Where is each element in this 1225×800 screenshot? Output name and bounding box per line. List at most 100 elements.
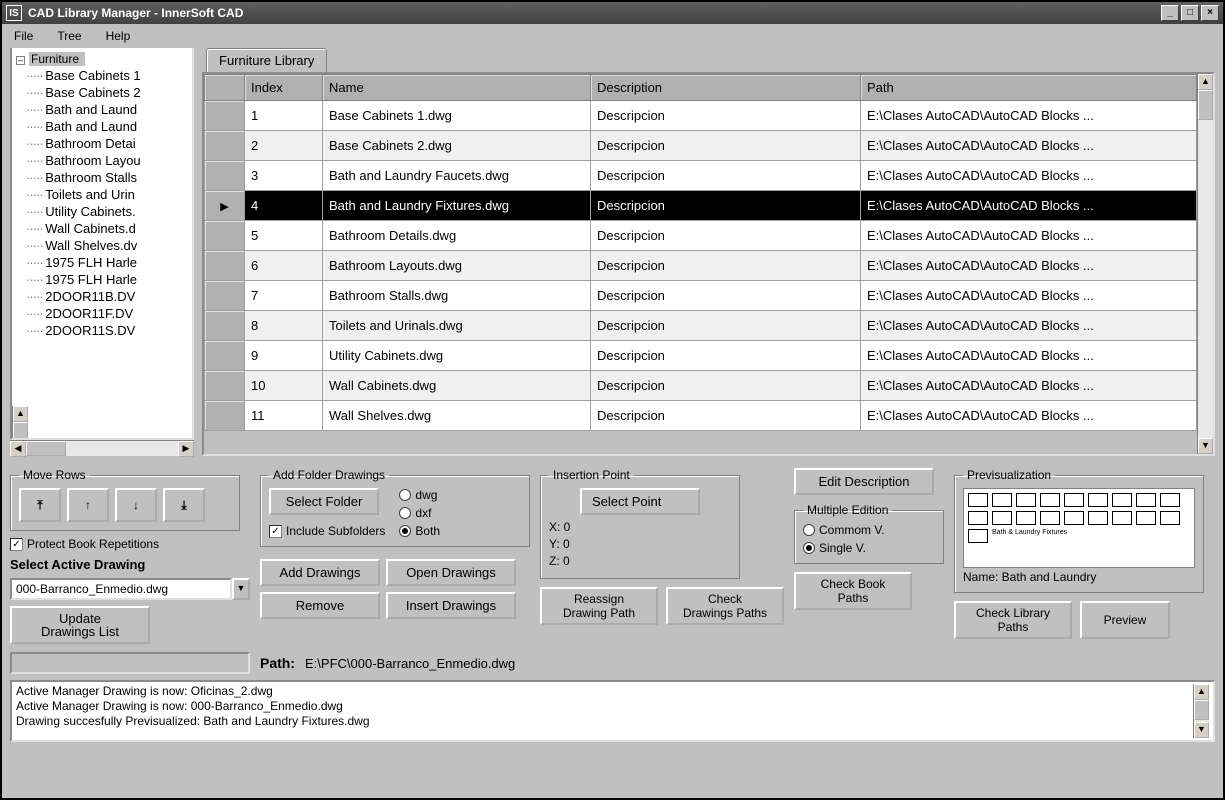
cell-name[interactable]: Bath and Laundry Faucets.dwg	[323, 161, 591, 191]
column-header[interactable]	[205, 75, 245, 101]
cell-idx[interactable]: 11	[245, 401, 323, 431]
scroll-right-icon[interactable]: ▶	[178, 441, 194, 457]
row-header[interactable]	[205, 251, 245, 281]
tree-item[interactable]: 2DOOR11F.DV	[14, 305, 192, 322]
tree-view[interactable]: –Furniture Base Cabinets 1Base Cabinets …	[10, 48, 194, 440]
cell-idx[interactable]: 4	[245, 191, 323, 221]
cell-name[interactable]: Toilets and Urinals.dwg	[323, 311, 591, 341]
cell-desc[interactable]: Descripcion	[591, 401, 861, 431]
cell-desc[interactable]: Descripcion	[591, 251, 861, 281]
maximize-button[interactable]: □	[1181, 5, 1199, 21]
column-header[interactable]: Name	[323, 75, 591, 101]
column-header[interactable]: Index	[245, 75, 323, 101]
row-header[interactable]	[205, 101, 245, 131]
cell-desc[interactable]: Descripcion	[591, 161, 861, 191]
cell-path[interactable]: E:\Clases AutoCAD\AutoCAD Blocks ...	[861, 401, 1197, 431]
cell-name[interactable]: Utility Cabinets.dwg	[323, 341, 591, 371]
reassign-path-button[interactable]: Reassign Drawing Path	[540, 587, 658, 625]
radio-both[interactable]: Both	[399, 524, 440, 538]
cell-path[interactable]: E:\Clases AutoCAD\AutoCAD Blocks ...	[861, 131, 1197, 161]
scroll-up-icon[interactable]: ▲	[1194, 684, 1209, 700]
table-row[interactable]: 9Utility Cabinets.dwgDescripcionE:\Clase…	[205, 341, 1197, 371]
tree-item[interactable]: 2DOOR11S.DV	[14, 322, 192, 339]
row-header[interactable]	[205, 161, 245, 191]
row-header[interactable]: ▶	[205, 191, 245, 221]
move-top-button[interactable]: ⤒	[19, 488, 61, 522]
cell-desc[interactable]: Descripcion	[591, 371, 861, 401]
active-drawing-combo[interactable]: ▼	[10, 578, 250, 600]
insert-drawings-button[interactable]: Insert Drawings	[386, 592, 516, 619]
tree-item[interactable]: Bath and Laund	[14, 101, 192, 118]
tree-item[interactable]: 1975 FLH Harle	[14, 254, 192, 271]
cell-path[interactable]: E:\Clases AutoCAD\AutoCAD Blocks ...	[861, 341, 1197, 371]
grid-vscroll[interactable]: ▲ ▼	[1197, 74, 1213, 454]
close-button[interactable]: ×	[1201, 5, 1219, 21]
dropdown-icon[interactable]: ▼	[232, 578, 250, 600]
table-row[interactable]: 2Base Cabinets 2.dwgDescripcionE:\Clases…	[205, 131, 1197, 161]
cell-desc[interactable]: Descripcion	[591, 281, 861, 311]
cell-idx[interactable]: 7	[245, 281, 323, 311]
cell-name[interactable]: Wall Cabinets.dwg	[323, 371, 591, 401]
active-drawing-input[interactable]	[10, 578, 232, 600]
tree-vscroll[interactable]: ▲ ▼	[12, 406, 28, 438]
tree-item[interactable]: Toilets and Urin	[14, 186, 192, 203]
remove-button[interactable]: Remove	[260, 592, 380, 619]
table-row[interactable]: 7Bathroom Stalls.dwgDescripcionE:\Clases…	[205, 281, 1197, 311]
cell-idx[interactable]: 1	[245, 101, 323, 131]
cell-name[interactable]: Base Cabinets 1.dwg	[323, 101, 591, 131]
cell-idx[interactable]: 3	[245, 161, 323, 191]
scroll-up-icon[interactable]: ▲	[1198, 74, 1213, 90]
cell-idx[interactable]: 9	[245, 341, 323, 371]
tree-item[interactable]: Bathroom Layou	[14, 152, 192, 169]
cell-desc[interactable]: Descripcion	[591, 191, 861, 221]
row-header[interactable]	[205, 311, 245, 341]
tree-item[interactable]: Base Cabinets 1	[14, 67, 192, 84]
add-drawings-button[interactable]: Add Drawings	[260, 559, 380, 586]
cell-idx[interactable]: 2	[245, 131, 323, 161]
radio-dxf[interactable]: dxf	[399, 506, 440, 520]
row-header[interactable]	[205, 281, 245, 311]
tree-hscroll[interactable]: ◀ ▶	[10, 440, 194, 456]
tree-item[interactable]: Wall Cabinets.d	[14, 220, 192, 237]
select-folder-button[interactable]: Select Folder	[269, 488, 379, 515]
tree-item[interactable]: Base Cabinets 2	[14, 84, 192, 101]
cell-idx[interactable]: 8	[245, 311, 323, 341]
open-drawings-button[interactable]: Open Drawings	[386, 559, 516, 586]
row-header[interactable]	[205, 371, 245, 401]
tree-item[interactable]: Utility Cabinets.	[14, 203, 192, 220]
cell-name[interactable]: Base Cabinets 2.dwg	[323, 131, 591, 161]
tree-item[interactable]: Bathroom Detai	[14, 135, 192, 152]
tree-item[interactable]: Bath and Laund	[14, 118, 192, 135]
tree-item[interactable]: 1975 FLH Harle	[14, 271, 192, 288]
cell-desc[interactable]: Descripcion	[591, 101, 861, 131]
tree-root[interactable]: –Furniture	[14, 50, 192, 67]
cell-path[interactable]: E:\Clases AutoCAD\AutoCAD Blocks ...	[861, 251, 1197, 281]
cell-path[interactable]: E:\Clases AutoCAD\AutoCAD Blocks ...	[861, 191, 1197, 221]
radio-dwg[interactable]: dwg	[399, 488, 440, 502]
tree-item[interactable]: 2DOOR11B.DV	[14, 288, 192, 305]
radio-common[interactable]: Commom V.	[803, 523, 935, 537]
table-row[interactable]: 1Base Cabinets 1.dwgDescripcionE:\Clases…	[205, 101, 1197, 131]
radio-single[interactable]: Single V.	[803, 541, 935, 555]
update-drawings-list-button[interactable]: Update Drawings List	[10, 606, 150, 644]
log-vscroll[interactable]: ▲ ▼	[1193, 684, 1209, 738]
cell-path[interactable]: E:\Clases AutoCAD\AutoCAD Blocks ...	[861, 311, 1197, 341]
table-row[interactable]: 8Toilets and Urinals.dwgDescripcionE:\Cl…	[205, 311, 1197, 341]
scroll-up-icon[interactable]: ▲	[13, 406, 28, 422]
cell-path[interactable]: E:\Clases AutoCAD\AutoCAD Blocks ...	[861, 371, 1197, 401]
cell-name[interactable]: Bathroom Layouts.dwg	[323, 251, 591, 281]
move-bottom-button[interactable]: ⤓	[163, 488, 205, 522]
minimize-button[interactable]: _	[1161, 5, 1179, 21]
menu-help[interactable]: Help	[106, 29, 131, 43]
table-row[interactable]: 6Bathroom Layouts.dwgDescripcionE:\Clase…	[205, 251, 1197, 281]
path-input[interactable]	[10, 652, 250, 674]
check-drawings-paths-button[interactable]: Check Drawings Paths	[666, 587, 784, 625]
row-header[interactable]	[205, 221, 245, 251]
table-row[interactable]: 11Wall Shelves.dwgDescripcionE:\Clases A…	[205, 401, 1197, 431]
row-header[interactable]	[205, 131, 245, 161]
cell-name[interactable]: Bathroom Details.dwg	[323, 221, 591, 251]
cell-idx[interactable]: 5	[245, 221, 323, 251]
menu-file[interactable]: File	[14, 29, 33, 43]
cell-desc[interactable]: Descripcion	[591, 311, 861, 341]
move-down-button[interactable]: ↓	[115, 488, 157, 522]
